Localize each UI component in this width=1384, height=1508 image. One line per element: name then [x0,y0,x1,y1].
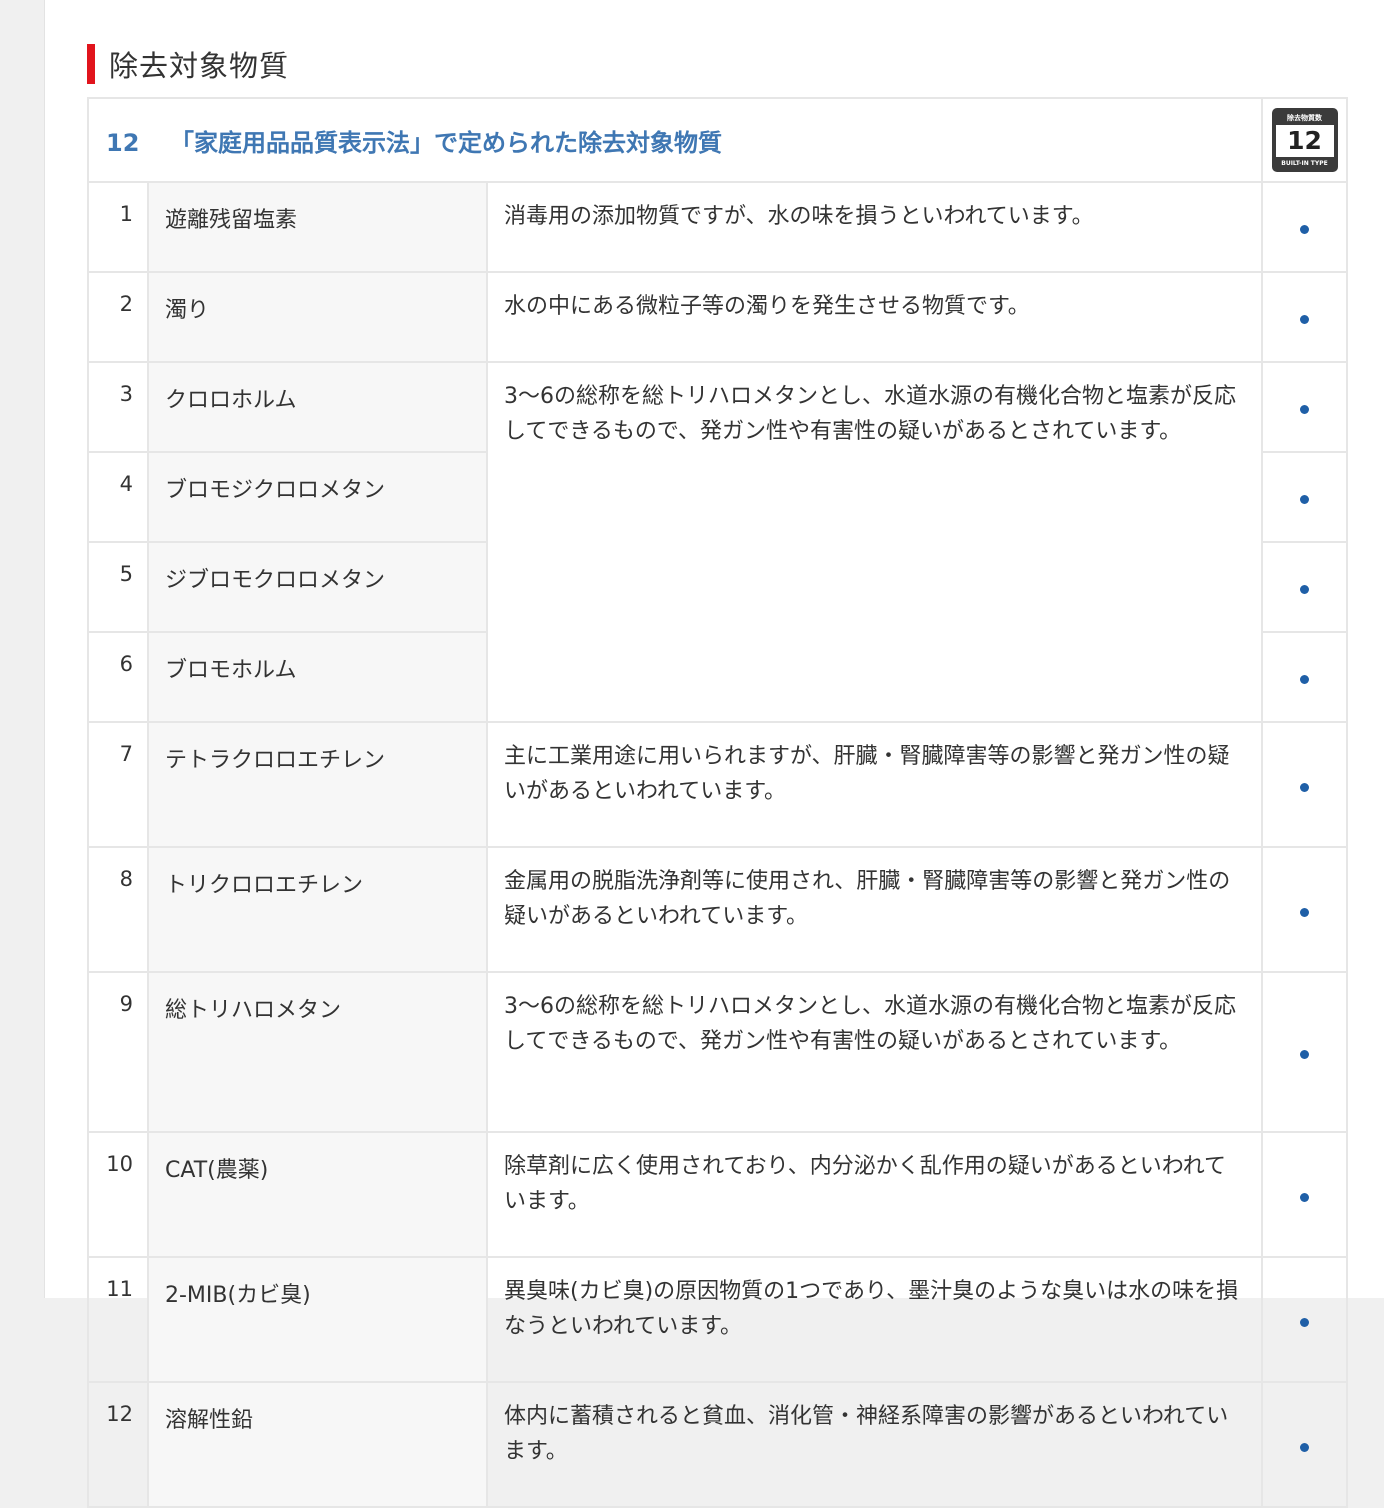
removal-mark [1261,1256,1348,1383]
section-heading: 除去対象物質 [87,44,289,84]
substance-name: CAT(農薬) [147,1131,488,1258]
substance-name: クロロホルム [147,361,488,453]
content-panel: 除去対象物質 12 「家庭用品品質表示法」で定められた除去対象物質 除去物質数 1… [44,0,1384,1508]
row-number: 6 [87,631,149,723]
row-number: 5 [87,541,149,633]
dot-icon [1300,907,1309,917]
substance-description: 除草剤に広く使用されており、内分泌かく乱作用の疑いがあるといわれています。 [486,1131,1263,1258]
table-header-title-cell: 12 「家庭用品品質表示法」で定められた除去対象物質 [87,97,1263,183]
dot-icon [1300,315,1309,324]
table-header-count: 12 [106,128,140,157]
row-number: 7 [87,721,149,848]
heading-accent-bar [87,44,95,84]
substance-description: 金属用の脱脂洗浄剤等に使用され、肝臓・腎臓障害等の影響と発ガン性の疑いがあるとい… [486,846,1263,973]
substance-description: 消毒用の添加物質ですが、水の味を損うといわれています。 [486,181,1263,273]
dot-icon [1300,782,1309,792]
substance-name: 2-MIB(カビ臭) [147,1256,488,1383]
table-row: 2 濁り 水の中にある微粒子等の濁りを発生させる物質です。 [87,271,1348,363]
substance-name: テトラクロロエチレン [147,721,488,848]
substance-description: 異臭味(カビ臭)の原因物質の1つであり、墨汁臭のような臭いは水の味を損なうといわ… [486,1256,1263,1383]
row-number: 10 [87,1131,149,1258]
dot-icon [1300,225,1309,234]
removal-mark [1261,631,1348,723]
dot-icon [1300,1317,1309,1327]
table-row: 9 総トリハロメタン 3～6の総称を総トリハロメタンとし、水道水源の有機化合物と… [87,971,1348,1133]
badge-count: 12 [1275,125,1334,157]
dot-icon [1300,1192,1309,1202]
removal-mark [1261,1381,1348,1508]
row-number: 3 [87,361,149,453]
removal-mark [1261,1131,1348,1258]
row-number: 2 [87,271,149,363]
table-row: 7 テトラクロロエチレン 主に工業用途に用いられますが、肝臓・腎臓障害等の影響と… [87,721,1348,848]
removal-substances-table: 12 「家庭用品品質表示法」で定められた除去対象物質 除去物質数 12 BUILT… [87,97,1348,1508]
substance-description: 3～6の総称を総トリハロメタンとし、水道水源の有機化合物と塩素が反応してできるも… [486,361,1263,723]
row-number: 9 [87,971,149,1133]
table-row: 8 トリクロロエチレン 金属用の脱脂洗浄剤等に使用され、肝臓・腎臓障害等の影響と… [87,846,1348,973]
dot-icon [1300,675,1309,684]
built-in-type-badge-icon: 除去物質数 12 BUILT-IN TYPE [1271,108,1338,172]
table-row: 10 CAT(農薬) 除草剤に広く使用されており、内分泌かく乱作用の疑いがあると… [87,1131,1348,1258]
badge-bottom-label: BUILT-IN TYPE [1281,160,1328,167]
removal-mark [1261,721,1348,848]
substance-name: 遊離残留塩素 [147,181,488,273]
table-row: 12 溶解性鉛 体内に蓄積されると貧血、消化管・神経系障害の影響があるといわれて… [87,1381,1348,1508]
dot-icon [1300,1442,1309,1452]
removal-mark [1261,541,1348,633]
removal-mark [1261,181,1348,273]
dot-icon [1300,405,1309,414]
row-number: 11 [87,1256,149,1383]
row-number: 12 [87,1381,149,1508]
dot-icon [1300,585,1309,594]
substance-name: ブロモジクロロメタン [147,451,488,543]
substance-name: ジブロモクロロメタン [147,541,488,633]
section-title: 除去対象物質 [109,49,290,83]
removal-mark [1261,361,1348,453]
table-row: 11 2-MIB(カビ臭) 異臭味(カビ臭)の原因物質の1つであり、墨汁臭のよう… [87,1256,1348,1383]
row-number: 1 [87,181,149,273]
table-header-row: 12 「家庭用品品質表示法」で定められた除去対象物質 除去物質数 12 BUILT… [87,97,1348,183]
substance-description: 水の中にある微粒子等の濁りを発生させる物質です。 [486,271,1263,363]
substance-name: 溶解性鉛 [147,1381,488,1508]
row-number: 8 [87,846,149,973]
table-header-badge-cell: 除去物質数 12 BUILT-IN TYPE [1261,97,1348,183]
substance-name: トリクロロエチレン [147,846,488,973]
substance-description: 体内に蓄積されると貧血、消化管・神経系障害の影響があるといわれています。 [486,1381,1263,1508]
substance-name: 濁り [147,271,488,363]
table-header-title: 「家庭用品品質表示法」で定められた除去対象物質 [170,128,722,157]
table-row: 1 遊離残留塩素 消毒用の添加物質ですが、水の味を損うといわれています。 [87,181,1348,273]
table-row: 3 クロロホルム 3～6の総称を総トリハロメタンとし、水道水源の有機化合物と塩素… [87,361,1348,723]
removal-mark [1261,971,1348,1133]
badge-top-label: 除去物質数 [1287,114,1322,122]
substance-name: ブロモホルム [147,631,488,723]
substance-description: 3～6の総称を総トリハロメタンとし、水道水源の有機化合物と塩素が反応してできるも… [486,971,1263,1133]
dot-icon [1300,495,1309,504]
substance-description: 主に工業用途に用いられますが、肝臓・腎臓障害等の影響と発ガン性の疑いがあるといわ… [486,721,1263,848]
dot-icon [1300,1050,1309,1059]
row-number: 4 [87,451,149,543]
substance-name: 総トリハロメタン [147,971,488,1133]
removal-mark [1261,846,1348,973]
removal-mark [1261,451,1348,543]
removal-mark [1261,271,1348,363]
